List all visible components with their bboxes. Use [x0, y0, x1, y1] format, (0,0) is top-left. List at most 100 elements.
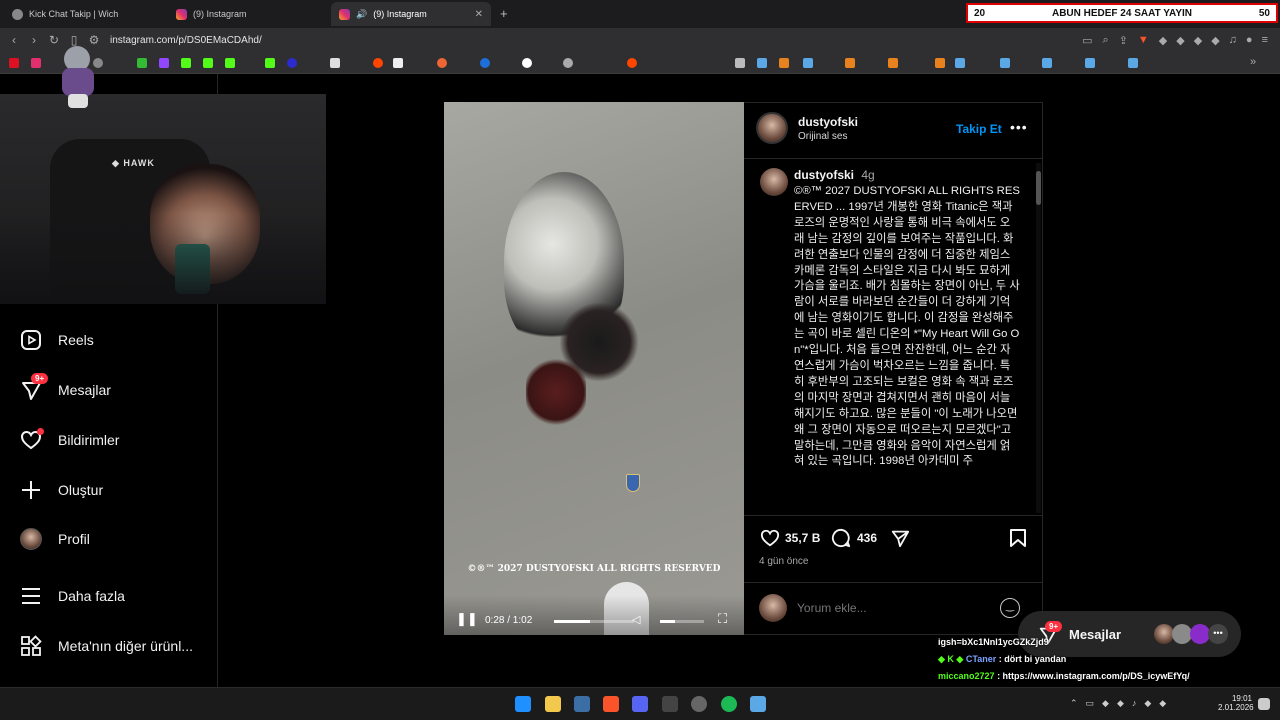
comment-input[interactable]	[797, 598, 992, 618]
post-time[interactable]: 4 gün önce	[759, 556, 809, 567]
bookmark-icon[interactable]	[9, 58, 19, 68]
extension-icon[interactable]: ◆	[1194, 34, 1202, 47]
steam-icon[interactable]	[955, 58, 965, 68]
sidebar-item-more[interactable]: Daha fazla	[20, 585, 125, 607]
app-icon[interactable]	[662, 696, 678, 712]
like-icon[interactable]	[760, 528, 780, 553]
kick-icon[interactable]	[181, 58, 191, 68]
sidebar-item-profile[interactable]: Profil	[20, 528, 90, 550]
share-icon[interactable]	[890, 528, 910, 553]
bookmark-icon[interactable]	[437, 58, 447, 68]
avatar[interactable]	[760, 168, 788, 196]
sidebar-item-notifications[interactable]: Bildirimler	[20, 428, 119, 451]
sidebar-item-messages[interactable]: 9+ Mesajlar	[20, 373, 111, 401]
steam-icon[interactable]	[1085, 58, 1095, 68]
file-explorer-icon[interactable]	[545, 696, 561, 712]
reload-icon[interactable]: ↻	[44, 33, 64, 47]
windows-start-icon[interactable]	[515, 696, 531, 712]
avatar[interactable]	[756, 112, 788, 144]
steam-icon[interactable]	[574, 696, 590, 712]
extension-icon[interactable]: ◆	[1159, 34, 1167, 47]
bookmark-icon[interactable]	[845, 58, 855, 68]
tab-kick-chat[interactable]: Kick Chat Takip | Wich	[4, 2, 166, 26]
playlist-icon[interactable]: ♫	[1229, 34, 1237, 47]
video-progress-track[interactable]	[554, 620, 634, 623]
save-icon[interactable]	[1009, 528, 1027, 553]
menu-icon[interactable]: ≡	[1262, 34, 1268, 47]
bookmark-icon[interactable]	[935, 58, 945, 68]
bookmark-icon[interactable]	[287, 58, 297, 68]
app-icon[interactable]	[750, 696, 766, 712]
discord-icon[interactable]	[632, 696, 648, 712]
steam-icon[interactable]	[1000, 58, 1010, 68]
bookmark-icon[interactable]	[480, 58, 490, 68]
pause-icon[interactable]: ❚❚	[456, 611, 478, 627]
bookmark-icon[interactable]	[627, 58, 637, 68]
steam-icon[interactable]	[1042, 58, 1052, 68]
video-watermark: ©®™ 2027 DUSTYOFSKI ALL RIGHTS RESERVED	[467, 564, 721, 574]
reel-video[interactable]: ©®™ 2027 DUSTYOFSKI ALL RIGHTS RESERVED …	[444, 102, 744, 635]
more-bookmarks-icon[interactable]: »	[1250, 56, 1256, 68]
post-username[interactable]: dustyofski	[798, 115, 858, 129]
kick-icon[interactable]	[203, 58, 213, 68]
obs-icon[interactable]	[691, 696, 707, 712]
url-text[interactable]: instagram.com/p/DS0EMaCDAhd/	[110, 35, 262, 46]
sidebar-item-meta-apps[interactable]: Meta'nın diğer ürünl...	[20, 635, 193, 657]
extension-icon[interactable]: ◆	[1176, 34, 1184, 47]
bookmark-icon[interactable]	[563, 58, 573, 68]
new-tab-button[interactable]: +	[500, 6, 508, 21]
reddit-icon[interactable]	[373, 58, 383, 68]
steam-icon[interactable]	[803, 58, 813, 68]
profile-icon[interactable]: ●	[1246, 34, 1253, 47]
audio-label[interactable]: Orijinal ses	[798, 131, 847, 142]
notifications-icon[interactable]	[1258, 698, 1270, 710]
system-tray-icons[interactable]: ⌃▭◆◆♪◆◆	[1070, 698, 1174, 709]
volume-icon[interactable]: ◁	[632, 613, 640, 626]
clock[interactable]: 19:01 2.01.2026	[1218, 694, 1254, 712]
messages-pill-label: Mesajlar	[1069, 627, 1122, 642]
bookmark-icon[interactable]	[137, 58, 147, 68]
steam-icon[interactable]	[757, 58, 767, 68]
likes-count[interactable]: 35,7 B	[785, 531, 820, 545]
comment-icon[interactable]	[831, 528, 851, 553]
caption-username[interactable]: dustyofski	[794, 168, 854, 182]
cast-icon[interactable]: ▭	[1082, 34, 1092, 47]
zoom-icon[interactable]: ⌕	[1103, 34, 1109, 47]
sidebar-item-reels[interactable]: Reels	[20, 329, 94, 351]
brave-icon[interactable]	[603, 696, 619, 712]
close-icon[interactable]: ✕	[475, 9, 483, 20]
follow-button[interactable]: Takip Et	[956, 122, 1002, 136]
messages-pill[interactable]: 9+ Mesajlar •••	[1018, 611, 1241, 657]
back-icon[interactable]: ‹	[4, 33, 24, 47]
forward-icon[interactable]: ›	[24, 33, 44, 47]
sidebar-item-create[interactable]: Oluştur	[20, 479, 103, 501]
more-options-icon[interactable]: •••	[1010, 119, 1028, 135]
comments-count[interactable]: 436	[857, 531, 877, 545]
site-settings-icon[interactable]: ⚙	[84, 33, 104, 47]
tab-instagram[interactable]: (9) Instagram	[168, 2, 328, 26]
bookmark-icon[interactable]	[888, 58, 898, 68]
instagram-icon	[339, 8, 350, 20]
tab-instagram-active[interactable]: 🔊 (9) Instagram ✕	[331, 2, 491, 26]
bookmark-icon[interactable]	[159, 58, 169, 68]
bookmark-icon[interactable]: ▯	[64, 33, 84, 47]
caption-scrollbar[interactable]	[1036, 163, 1041, 513]
folder-icon[interactable]	[735, 58, 745, 68]
kick-icon[interactable]	[225, 58, 235, 68]
fullscreen-icon[interactable]: ⛶	[718, 611, 727, 627]
bookmark-icon[interactable]	[265, 58, 275, 68]
bookmark-icon[interactable]	[31, 58, 41, 68]
spotify-icon[interactable]	[721, 696, 737, 712]
volume-slider[interactable]	[660, 620, 704, 623]
bookmark-icon[interactable]	[522, 58, 532, 68]
steam-icon[interactable]	[1128, 58, 1138, 68]
bookmark-icon[interactable]	[779, 58, 789, 68]
share-icon[interactable]: ⇪	[1119, 34, 1128, 47]
brave-shield-icon[interactable]: ▼	[1138, 34, 1149, 47]
chat-line: ◆ K ◆ CTaner : dört bi yandan	[938, 654, 1066, 665]
bookmark-icon[interactable]	[393, 58, 403, 68]
x-icon[interactable]	[330, 58, 340, 68]
extension-icon[interactable]: ◆	[1211, 34, 1219, 47]
emoji-icon[interactable]: ‿	[1000, 598, 1020, 618]
plus-icon	[20, 479, 42, 501]
